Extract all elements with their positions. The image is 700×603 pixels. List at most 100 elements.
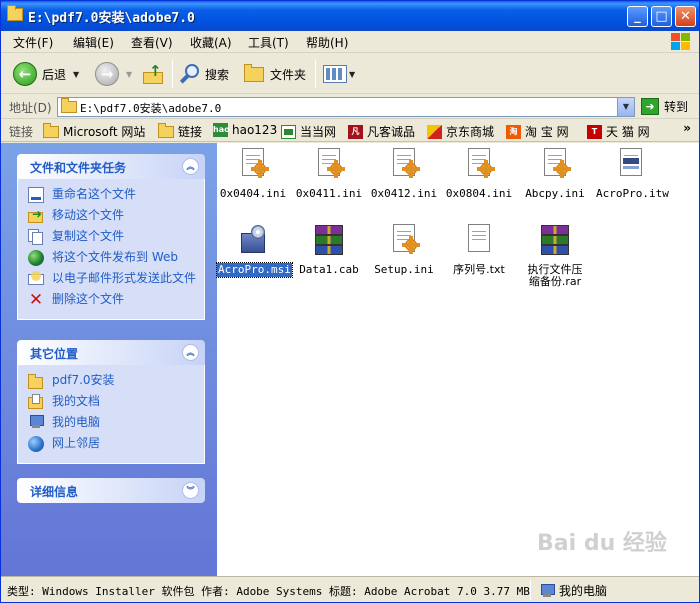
link-label: 凡客诚品	[367, 125, 416, 139]
task-move[interactable]: ➜ 移动这个文件	[28, 208, 204, 224]
file-item[interactable]: 序列号.txt	[443, 223, 515, 277]
maximize-button[interactable]: □	[651, 6, 672, 27]
menu-tools[interactable]: 工具(T)	[248, 34, 289, 51]
file-name: Abcpy.ini	[525, 187, 585, 200]
title-bar[interactable]: E:\pdf7.0安装\adobe7.0 _ □ ✕	[1, 1, 699, 31]
copy-icon	[28, 229, 44, 245]
file-name: AcroPro.msi	[216, 262, 293, 278]
window-title: E:\pdf7.0安装\adobe7.0	[28, 11, 195, 26]
task-delete[interactable]: ✕ 删除这个文件	[28, 290, 204, 310]
up-folder-button[interactable]: ↑	[143, 62, 165, 86]
toolbar-separator	[315, 60, 316, 88]
file-item[interactable]: 0x0404.ini	[217, 147, 289, 201]
details-header[interactable]: 详细信息 ︾	[17, 478, 205, 503]
views-icon	[323, 65, 347, 83]
toolbar: ← 后退 ▼ → ▼ ↑ 搜索 文件夹 ▼	[1, 54, 699, 94]
link-label: Microsoft 网站	[63, 125, 146, 139]
task-rename[interactable]: 重命名这个文件	[28, 187, 204, 203]
ini-file-icon	[313, 147, 345, 181]
place-label: 网上邻居	[52, 436, 101, 450]
status-bar: 类型: Windows Installer 软件包 作者: Adobe Syst…	[1, 576, 699, 602]
menu-edit[interactable]: 编辑(E)	[73, 34, 114, 51]
place-my-documents[interactable]: 我的文档	[28, 394, 204, 410]
file-item-selected[interactable]: AcroPro.msi	[216, 223, 293, 278]
explorer-window: E:\pdf7.0安装\adobe7.0 _ □ ✕ 文件(F) 编辑(E) 查…	[0, 0, 700, 603]
expand-icon[interactable]: ︾	[182, 482, 199, 499]
link-label: 当当网	[300, 125, 337, 139]
windows-logo-icon	[665, 32, 693, 52]
file-item[interactable]: Data1.cab	[293, 223, 365, 277]
file-view[interactable]: 0x0404.ini 0x0411.ini 0x0412.ini 0x0804.…	[216, 143, 699, 576]
vancl-icon: 凡	[348, 124, 363, 139]
more-links-icon[interactable]: »	[683, 121, 691, 135]
folders-button[interactable]: 文件夹	[244, 62, 306, 86]
collapse-icon[interactable]: ︽	[182, 344, 199, 361]
panel-title: 文件和文件夹任务	[30, 161, 127, 175]
place-my-computer[interactable]: 我的电脑	[28, 415, 204, 431]
task-label: 复制这个文件	[52, 229, 125, 243]
task-email[interactable]: 以电子邮件形式发送此文件	[28, 271, 204, 287]
forward-button[interactable]: → ▼	[95, 62, 132, 86]
folder-icon	[43, 122, 59, 138]
file-item[interactable]: 0x0412.ini	[368, 147, 440, 201]
file-item[interactable]: Setup.ini	[368, 223, 440, 277]
address-input[interactable]: E:\pdf7.0安装\adobe7.0 ▼	[57, 97, 635, 117]
place-network[interactable]: 网上邻居	[28, 436, 204, 452]
go-button[interactable]: ➜ 转到	[641, 98, 688, 115]
menu-favorites[interactable]: 收藏(A)	[190, 34, 232, 51]
file-item[interactable]: Abcpy.ini	[519, 147, 591, 201]
chevron-down-icon: ▼	[349, 69, 356, 79]
ini-file-icon	[463, 147, 495, 181]
task-publish-web[interactable]: 将这个文件发布到 Web	[28, 250, 204, 266]
dangdang-icon	[281, 124, 296, 139]
file-item[interactable]: 执行文件压缩备份.rar	[519, 223, 591, 289]
chevron-down-icon[interactable]: ▼	[73, 70, 79, 79]
file-item[interactable]: AcroPro.itw	[595, 147, 669, 201]
file-tasks-list: 重命名这个文件 ➜ 移动这个文件 复制这个文件 将这个文件发布到 Web 以电子…	[17, 179, 205, 320]
menu-view[interactable]: 查看(V)	[131, 34, 173, 51]
views-button[interactable]: ▼	[323, 62, 355, 86]
place-pdf-folder[interactable]: pdf7.0安装	[28, 373, 204, 389]
tmall-icon: T	[587, 124, 602, 139]
link-label: 淘 宝 网	[525, 125, 569, 139]
link-hao123[interactable]: hao hao123	[213, 123, 277, 137]
status-zone: 我的电脑	[539, 582, 607, 599]
ini-file-icon	[388, 147, 420, 181]
place-label: pdf7.0安装	[52, 373, 115, 387]
link-tmall[interactable]: T 天 猫 网	[587, 123, 650, 140]
menu-bar: 文件(F) 编辑(E) 查看(V) 收藏(A) 工具(T) 帮助(H)	[1, 31, 699, 53]
link-vancl[interactable]: 凡 凡客诚品	[348, 123, 415, 140]
menu-help[interactable]: 帮助(H)	[306, 34, 348, 51]
close-button[interactable]: ✕	[675, 6, 696, 27]
archive-icon	[539, 223, 571, 257]
back-button[interactable]: ← 后退 ▼	[13, 62, 79, 86]
link-links[interactable]: 链接	[158, 122, 202, 140]
task-label: 移动这个文件	[52, 208, 125, 222]
link-label: 天 猫 网	[606, 125, 650, 139]
status-divider	[530, 580, 531, 600]
back-label: 后退	[42, 67, 67, 82]
computer-icon	[28, 415, 44, 431]
file-item[interactable]: 0x0411.ini	[293, 147, 365, 201]
watermark: Bai du 经验	[537, 531, 667, 556]
email-icon	[28, 271, 44, 287]
file-item[interactable]: 0x0804.ini	[443, 147, 515, 201]
task-label: 将这个文件发布到 Web	[52, 250, 178, 264]
link-dangdang[interactable]: 当当网	[281, 123, 336, 140]
minimize-button[interactable]: _	[627, 6, 648, 27]
chevron-down-icon[interactable]: ▼	[126, 70, 132, 79]
chevron-down-icon[interactable]: ▼	[617, 98, 634, 116]
documents-icon	[28, 394, 44, 410]
delete-icon: ✕	[28, 290, 44, 310]
link-jd[interactable]: 京东商城	[427, 123, 494, 140]
menu-file[interactable]: 文件(F)	[13, 34, 53, 51]
link-microsoft[interactable]: Microsoft 网站	[43, 122, 146, 140]
place-label: 我的电脑	[52, 415, 101, 429]
file-tasks-header[interactable]: 文件和文件夹任务 ︽	[17, 154, 205, 179]
link-taobao[interactable]: 淘 淘 宝 网	[506, 123, 569, 140]
task-copy[interactable]: 复制这个文件	[28, 229, 204, 245]
search-button[interactable]: 搜索	[179, 62, 229, 86]
jd-icon	[427, 124, 442, 139]
other-places-header[interactable]: 其它位置 ︽	[17, 340, 205, 365]
collapse-icon[interactable]: ︽	[182, 158, 199, 175]
